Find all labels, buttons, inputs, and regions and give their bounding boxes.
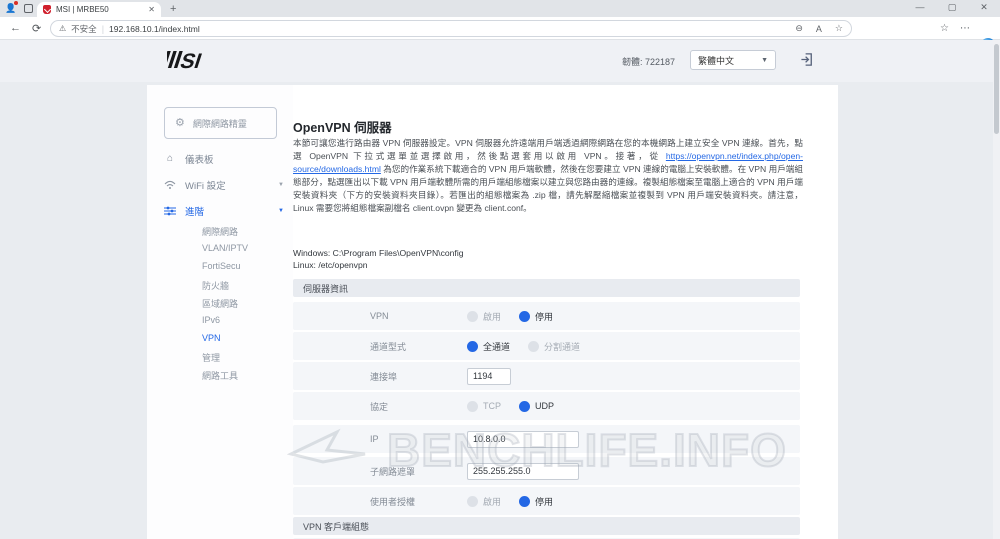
chevron-down-icon: ▼ — [761, 56, 768, 64]
new-tab-button[interactable]: + — [170, 3, 176, 15]
page-scrollbar[interactable] — [993, 40, 1000, 539]
home-icon: ⌂ — [166, 153, 174, 164]
windows-path: Windows: C:\Program Files\OpenVPN\config — [293, 248, 464, 258]
notification-dot — [14, 1, 18, 5]
sidebar-item-internet[interactable]: 網際網路 — [202, 225, 238, 238]
ip-input[interactable] — [467, 430, 579, 448]
sidebar-item-internet-wizard[interactable]: ⚙ 網際網路精靈 — [164, 107, 277, 139]
sidebar-item-admin[interactable]: 管理 — [202, 351, 220, 364]
field-label: 協定 — [370, 401, 389, 412]
firmware-version: 韌體: 722187 — [622, 57, 676, 67]
content-card: ⚙ 網際網路精靈 ⌂ 儀表板 WiFi 設定 ▼ 進階 ▼ 網際網路 VLAN/… — [147, 85, 838, 539]
browser-toolbar: ← ⟳ ⚠ 不安全 | 192.168.10.1/index.html ⊖ A … — [0, 17, 1000, 52]
form-row-ip: IP — [293, 425, 800, 453]
linux-path: Linux: /etc/openvpn — [293, 260, 368, 270]
sidebar-item-ipv6[interactable]: IPv6 — [202, 315, 220, 325]
settings-more-icon[interactable]: ⋯ — [960, 23, 970, 34]
sidebar-item-advanced[interactable]: 進階 ▼ — [164, 203, 284, 219]
install-paths: Windows: C:\Program Files\OpenVPN\config… — [293, 247, 464, 271]
field-label: IP — [370, 434, 379, 444]
language-select[interactable]: 繁體中文 ▼ — [690, 50, 776, 70]
tab-title: MSI | MRBE50 — [56, 5, 109, 14]
browser-tab[interactable]: MSI | MRBE50 ✕ — [37, 2, 161, 17]
browser-profile-icon[interactable]: 👤 — [5, 1, 18, 14]
section-client-config: VPN 客戶端組態 — [293, 517, 800, 535]
radio-icon — [467, 310, 478, 322]
sidebar-item-network-tools[interactable]: 網路工具 — [202, 369, 238, 382]
radio-option-tcp[interactable]: TCP — [467, 400, 501, 412]
router-admin-page: SI 韌體: 722187 繁體中文 ▼ ⚙ 網際網路精靈 ⌂ 儀表板 WiFi… — [0, 40, 1000, 539]
field-label: VPN — [370, 311, 389, 321]
security-label: 不安全 — [71, 23, 97, 34]
form-row-tunnel-type: 通道型式 全通道 分割通道 — [293, 332, 800, 360]
field-label: 使用者授權 — [370, 496, 416, 507]
gear-icon: ⚙ — [175, 116, 185, 129]
radio-icon — [467, 340, 478, 352]
radio-option-enable[interactable]: 啟用 — [467, 495, 501, 508]
radio-option-disable[interactable]: 停用 — [519, 310, 553, 323]
radio-option-split-tunnel[interactable]: 分割通道 — [528, 340, 580, 353]
language-value: 繁體中文 — [698, 55, 735, 66]
sidebar-item-lan[interactable]: 區域網路 — [202, 297, 238, 310]
chevron-down-icon: ▼ — [278, 208, 284, 214]
sidebar-item-fortisecu[interactable]: FortiSecu — [202, 261, 241, 271]
back-button[interactable]: ← — [10, 22, 21, 34]
field-label: 連接埠 — [370, 371, 398, 382]
window-close-button[interactable]: ✕ — [972, 2, 996, 13]
radio-icon — [467, 495, 478, 507]
form-row-port: 連接埠 — [293, 362, 800, 390]
field-label: 子網路遮罩 — [370, 466, 416, 477]
refresh-button[interactable]: ⟳ — [32, 22, 41, 35]
wifi-icon — [164, 180, 176, 189]
form-row-user-auth: 使用者授權 啟用 停用 — [293, 487, 800, 515]
zoom-out-icon[interactable]: ⊖ — [795, 23, 803, 34]
page-header: SI 韌體: 722187 繁體中文 ▼ — [0, 40, 1000, 82]
sidebar-item-wifi[interactable]: WiFi 設定 ▼ — [164, 177, 284, 193]
radio-option-enable[interactable]: 啟用 — [467, 310, 501, 323]
radio-option-disable[interactable]: 停用 — [519, 495, 553, 508]
sliders-icon — [164, 206, 176, 216]
radio-icon — [467, 400, 478, 412]
form-row-protocol: 協定 TCP UDP — [293, 392, 800, 420]
radio-icon — [528, 340, 540, 352]
divider: | — [101, 23, 105, 34]
section-server-info: 伺服器資訊 — [293, 279, 800, 297]
logout-icon[interactable] — [800, 52, 815, 67]
sidebar-item-vpn[interactable]: VPN — [202, 333, 221, 343]
sidebar-item-vlan-iptv[interactable]: VLAN/IPTV — [202, 243, 248, 253]
radio-option-udp[interactable]: UDP — [519, 400, 554, 412]
radio-icon — [519, 495, 531, 507]
chevron-down-icon: ▼ — [278, 182, 284, 188]
url-text[interactable]: 192.168.10.1/index.html — [109, 24, 782, 34]
port-input[interactable] — [467, 367, 511, 385]
tab-search-icon[interactable] — [24, 4, 33, 13]
page-title: OpenVPN 伺服器 — [293, 121, 392, 135]
msi-favicon-icon — [43, 5, 51, 14]
window-minimize-button[interactable]: — — [908, 2, 932, 12]
subnet-mask-input[interactable] — [467, 462, 579, 480]
field-label: 通道型式 — [370, 341, 407, 352]
form-row-vpn: VPN 啟用 停用 — [293, 302, 800, 330]
scrollbar-thumb[interactable] — [994, 44, 999, 134]
read-aloud-icon[interactable]: A — [816, 24, 822, 34]
warning-icon[interactable]: ⚠ — [59, 24, 66, 33]
window-maximize-button[interactable]: ▢ — [940, 2, 964, 13]
description: 本節可讓您進行路由器 VPN 伺服器設定。VPN 伺服器允許遠端用戶端透過網際網… — [293, 137, 803, 215]
wizard-label: 網際網路精靈 — [192, 118, 247, 129]
radio-option-full-tunnel[interactable]: 全通道 — [467, 340, 510, 353]
collections-icon[interactable]: ☆ — [940, 23, 949, 34]
radio-icon — [519, 400, 530, 412]
sidebar: ⚙ 網際網路精靈 ⌂ 儀表板 WiFi 設定 ▼ 進階 ▼ 網際網路 VLAN/… — [147, 85, 293, 539]
sidebar-item-dashboard[interactable]: ⌂ 儀表板 — [164, 151, 284, 167]
bookmark-star-icon[interactable]: ☆ — [835, 23, 843, 34]
radio-icon — [519, 310, 531, 322]
msi-logo: SI — [167, 49, 205, 73]
sidebar-item-firewall[interactable]: 防火牆 — [202, 279, 229, 292]
close-tab-icon[interactable]: ✕ — [148, 5, 155, 14]
browser-tab-bar: 👤 MSI | MRBE50 ✕ + — ▢ ✕ — [0, 0, 1000, 17]
address-bar[interactable]: ⚠ 不安全 | 192.168.10.1/index.html ⊖ A ☆ — [50, 20, 852, 37]
form-row-subnet-mask: 子網路遮罩 — [293, 457, 800, 485]
